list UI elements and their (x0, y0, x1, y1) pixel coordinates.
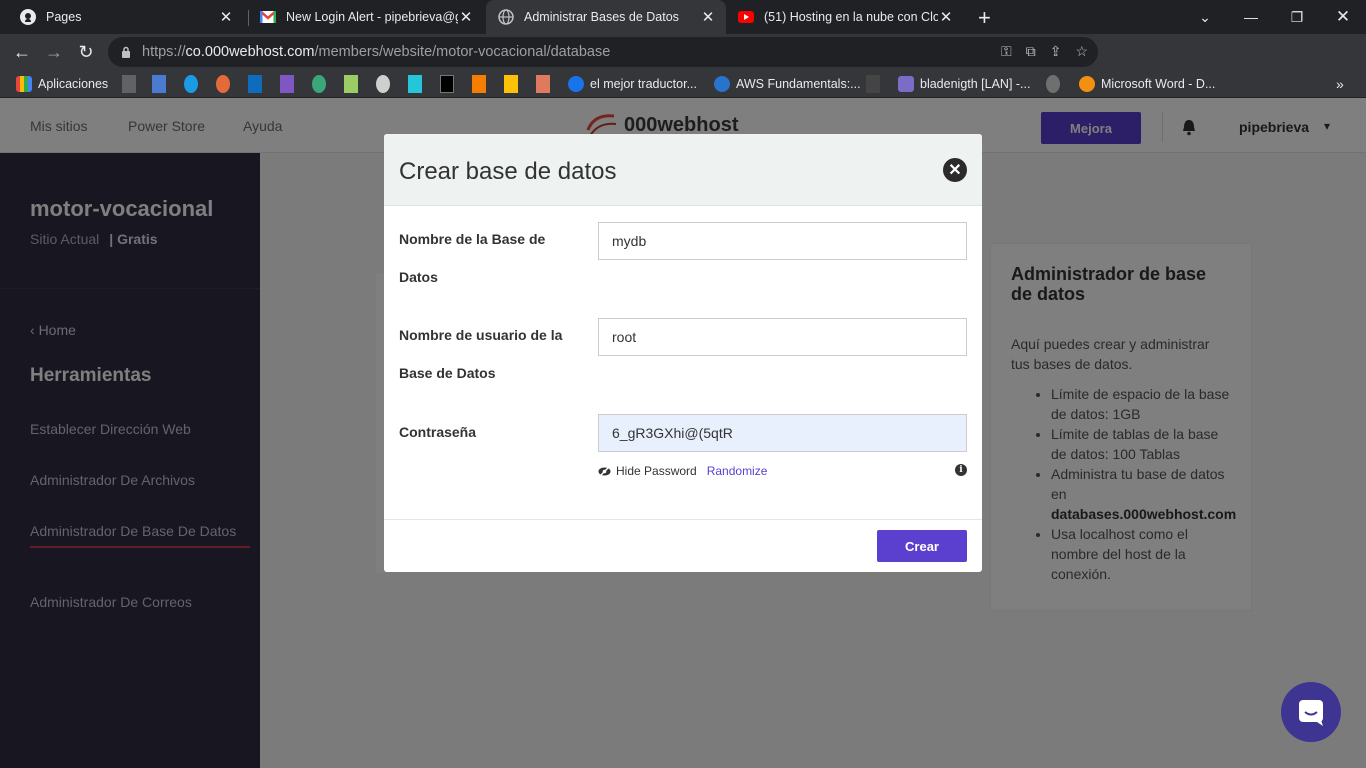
bookmark-label: Aplicaciones (38, 77, 109, 91)
browser-toolbar: ← → ↻ https://co.000webhost.com/members/… (0, 34, 1366, 97)
eye-slash-icon (598, 465, 611, 477)
star-bookmark-icon[interactable]: ☆ (1075, 43, 1088, 60)
close-tab-icon[interactable]: ✕ (938, 8, 954, 26)
close-tab-icon[interactable]: ✕ (218, 8, 234, 26)
bookmark-icon[interactable] (344, 75, 358, 93)
bookmark-translator[interactable]: el mejor traductor... (568, 75, 697, 93)
password-input[interactable]: 6_gR3GXhi@(5qtR (598, 414, 967, 452)
bookmark-label: bladenigth [LAN] -... (920, 77, 1031, 91)
word-icon (1079, 76, 1095, 92)
tab-title: Pages (46, 10, 82, 24)
bookmark-icon[interactable] (184, 75, 198, 93)
tab-strip: Pages ✕ New Login Alert - pipebrieva@gm … (0, 0, 1366, 34)
modal-header: Crear base de datos ✕ (384, 134, 982, 206)
bookmark-icon[interactable] (536, 75, 550, 93)
close-tab-icon[interactable]: ✕ (458, 8, 474, 26)
minimize-icon[interactable]: — (1228, 0, 1274, 34)
bookmark-label: AWS Fundamentals:... (736, 77, 861, 91)
url-text: https://co.000webhost.com/members/websit… (142, 44, 611, 60)
tab-youtube[interactable]: (51) Hosting en la nube con Clou ✕ (726, 0, 964, 34)
bookmark-label: el mejor traductor... (590, 77, 697, 91)
tab-github-pages[interactable]: Pages ✕ (8, 0, 244, 34)
bookmarks-bar: Aplicaciones el mejor traductor... AWS F… (0, 70, 1366, 98)
lock-icon (122, 46, 130, 58)
apps-grid-icon (16, 76, 32, 92)
password-label: Contraseña (399, 424, 477, 440)
forward-arrow-icon[interactable]: → (42, 41, 66, 63)
translator-icon (568, 76, 584, 92)
tab-administrar-bases[interactable]: Administrar Bases de Datos ✕ (486, 0, 726, 34)
coursera-icon (714, 76, 730, 92)
globe-icon (498, 9, 514, 25)
outlook-icon[interactable] (248, 75, 262, 93)
bookmark-icon[interactable] (866, 75, 880, 93)
chat-widget-button[interactable] (1281, 682, 1341, 742)
tab-title: Administrar Bases de Datos (524, 10, 679, 24)
bookmark-aws[interactable]: AWS Fundamentals:... (714, 75, 861, 93)
tab-title: New Login Alert - pipebrieva@gm (286, 10, 458, 24)
randomize-link[interactable]: Randomize (707, 464, 768, 478)
bookmark-icon[interactable] (312, 75, 326, 93)
bookmark-word[interactable]: Microsoft Word - D... (1079, 75, 1215, 93)
new-tab-plus-icon[interactable]: + (978, 5, 991, 31)
db-name-label: Nombre de la Base de Datos (399, 231, 546, 285)
info-icon[interactable]: i (955, 464, 967, 476)
bookmark-icon[interactable] (504, 75, 518, 93)
address-bar[interactable]: https://co.000webhost.com/members/websit… (108, 37, 1098, 67)
modal-title: Crear base de datos (399, 158, 617, 185)
bookmark-icon[interactable] (152, 75, 166, 93)
bookmark-bladenigth[interactable]: bladenigth [LAN] -... (898, 75, 1030, 93)
modal-footer-divider (384, 519, 982, 520)
restore-icon[interactable]: ❐ (1274, 0, 1320, 34)
db-user-label: Nombre de usuario de la Base de Datos (399, 327, 563, 381)
bookmark-icon[interactable] (122, 75, 136, 93)
create-button[interactable]: Crear (877, 530, 967, 562)
chat-bubble-icon (1299, 700, 1323, 726)
bookmark-label: Microsoft Word - D... (1101, 77, 1216, 91)
github-icon (20, 9, 36, 25)
page-viewport: Mis sitios Power Store Ayuda 000webhost … (0, 98, 1366, 768)
shield-icon (898, 76, 914, 92)
translate-icon[interactable]: ⧉ (1026, 43, 1036, 60)
jetbrains-icon[interactable] (440, 75, 454, 93)
key-icon[interactable]: ⚿ (1001, 43, 1012, 60)
omnibox-actions: ⚿ ⧉ ⇪ ☆ (1001, 43, 1088, 60)
tab-search-chevron-icon[interactable]: ⌄ (1182, 0, 1228, 34)
bookmark-icon[interactable] (376, 75, 390, 93)
close-window-icon[interactable]: ✕ (1320, 0, 1366, 34)
blogger-icon[interactable] (472, 75, 486, 93)
close-tab-icon[interactable]: ✕ (700, 8, 716, 26)
bookmark-icon[interactable] (408, 75, 422, 93)
gmail-icon (260, 9, 276, 25)
password-tools: Hide Password Randomize (598, 464, 767, 478)
tab-title: (51) Hosting en la nube con Clou (764, 10, 938, 24)
db-name-input[interactable]: mydb (598, 222, 967, 260)
reload-icon[interactable]: ↻ (74, 41, 98, 63)
globe-icon[interactable] (1046, 75, 1060, 93)
db-user-input[interactable]: root (598, 318, 967, 356)
share-icon[interactable]: ⇪ (1050, 43, 1062, 60)
create-database-modal: Crear base de datos ✕ Nombre de la Base … (384, 134, 982, 572)
hide-password-toggle[interactable]: Hide Password (616, 464, 697, 478)
bookmark-icon[interactable] (216, 75, 230, 93)
more-bookmarks-chevron-icon[interactable]: » (1336, 75, 1344, 93)
bookmark-icon[interactable] (280, 75, 294, 93)
back-arrow-icon[interactable]: ← (10, 41, 34, 63)
bookmark-apps[interactable]: Aplicaciones (16, 75, 108, 93)
youtube-icon (738, 9, 754, 25)
tab-gmail[interactable]: New Login Alert - pipebrieva@gm ✕ (248, 0, 484, 34)
close-icon[interactable]: ✕ (943, 158, 967, 182)
